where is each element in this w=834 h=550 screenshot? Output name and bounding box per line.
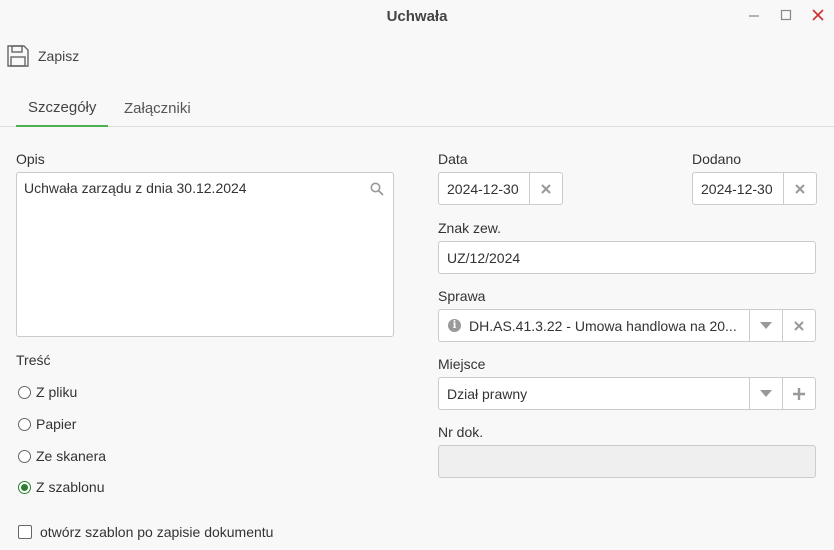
radio-z-szablonu[interactable]: Z szablonu: [18, 479, 104, 495]
radio-label: Ze skanera: [36, 448, 107, 464]
dodano-field[interactable]: 2024-12-30: [692, 172, 817, 205]
clear-dodano-button[interactable]: [783, 173, 816, 204]
radio-ze-skanera[interactable]: Ze skanera: [18, 448, 106, 464]
tab-szczegoly[interactable]: Szczegóły: [16, 90, 109, 127]
clear-icon: [541, 183, 551, 194]
info-icon: i: [448, 319, 461, 332]
radio-button-selected[interactable]: [18, 480, 31, 494]
chevron-down-icon: [760, 321, 772, 329]
open-template-checkbox-row[interactable]: otwórz szablon po zapisie dokumentu: [18, 524, 273, 540]
radio-label: Z szablonu: [36, 479, 105, 495]
sprawa-dropdown-button[interactable]: [749, 310, 782, 341]
open-template-label: otwórz szablon po zapisie dokumentu: [40, 524, 274, 540]
radio-label: Z pliku: [36, 384, 78, 400]
znak-zew-label: Znak zew.: [438, 220, 502, 236]
window-controls: [738, 0, 834, 30]
tresc-label: Treść: [16, 352, 51, 368]
dodano-label: Dodano: [692, 151, 742, 167]
plus-icon: [793, 387, 805, 400]
maximize-icon: [780, 9, 792, 21]
nr-dok-label: Nr dok.: [438, 424, 484, 440]
tab-zalaczniki[interactable]: Załączniki: [112, 90, 203, 127]
data-value: 2024-12-30: [447, 180, 519, 197]
minimize-button[interactable]: [738, 0, 770, 30]
clear-icon: [795, 183, 805, 194]
add-miejsce-button[interactable]: [782, 378, 815, 409]
title-bar: Uchwała: [0, 0, 834, 32]
save-label: Zapisz: [38, 48, 80, 64]
tab-label: Szczegóły: [28, 99, 97, 116]
znak-zew-value: UZ/12/2024: [447, 249, 521, 266]
radio-button[interactable]: [18, 385, 31, 399]
window-title: Uchwała: [386, 7, 448, 25]
tab-bar: Szczegóły Załączniki: [0, 90, 834, 127]
znak-zew-input[interactable]: UZ/12/2024: [438, 241, 816, 274]
sprawa-select[interactable]: i DH.AS.41.3.22 - Umowa handlowa na 20..…: [438, 309, 816, 342]
miejsce-select[interactable]: Dział prawny: [438, 377, 816, 410]
opis-label: Opis: [16, 151, 45, 167]
radio-z-pliku[interactable]: Z pliku: [18, 384, 77, 400]
maximize-button[interactable]: [770, 0, 802, 30]
radio-button[interactable]: [18, 449, 31, 463]
clear-data-button[interactable]: [529, 173, 562, 204]
data-label: Data: [438, 151, 468, 167]
miejsce-dropdown-button[interactable]: [749, 378, 782, 409]
open-template-checkbox[interactable]: [18, 525, 32, 539]
data-field[interactable]: 2024-12-30: [438, 172, 563, 205]
radio-papier[interactable]: Papier: [18, 416, 76, 432]
save-button[interactable]: Zapisz: [6, 42, 79, 70]
minimize-icon: [749, 15, 759, 17]
close-button[interactable]: [802, 0, 834, 30]
sprawa-label: Sprawa: [438, 288, 486, 304]
miejsce-value: Dział prawny: [447, 385, 528, 402]
chevron-down-icon: [760, 389, 772, 397]
dodano-value: 2024-12-30: [701, 180, 773, 197]
search-icon[interactable]: [370, 182, 384, 199]
opis-textarea[interactable]: Uchwała zarządu z dnia 30.12.2024: [16, 172, 394, 337]
miejsce-label: Miejsce: [438, 356, 486, 372]
sprawa-value: DH.AS.41.3.22 - Umowa handlowa na 20...: [469, 317, 737, 334]
close-icon: [812, 9, 824, 21]
radio-label: Papier: [36, 416, 77, 432]
clear-sprawa-button[interactable]: [782, 310, 815, 341]
opis-value: Uchwała zarządu z dnia 30.12.2024: [24, 180, 247, 196]
tab-label: Załączniki: [124, 100, 191, 117]
clear-icon: [794, 320, 804, 331]
nr-dok-input[interactable]: [438, 445, 816, 478]
radio-button[interactable]: [18, 417, 31, 431]
save-icon: [7, 45, 29, 67]
